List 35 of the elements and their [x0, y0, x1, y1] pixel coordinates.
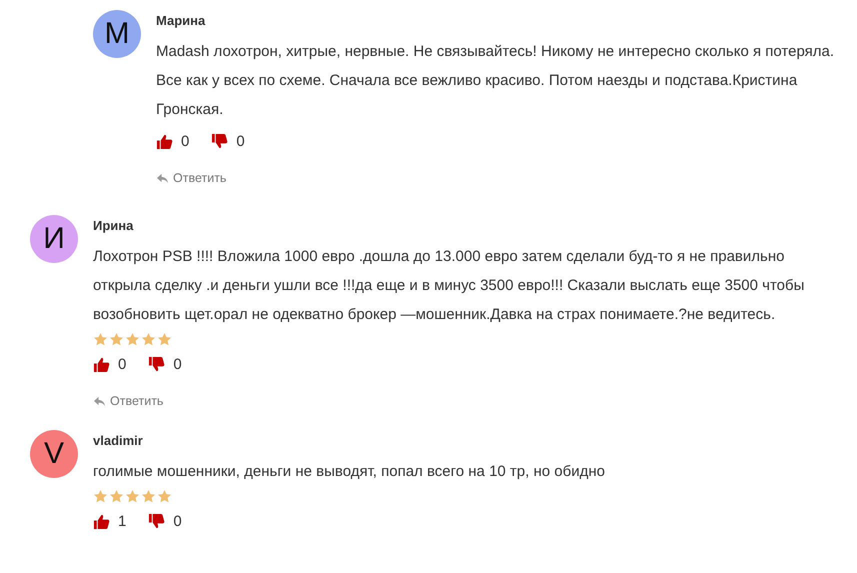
avatar: V: [30, 430, 78, 478]
author-name: Ирина: [93, 218, 134, 233]
dislike-count: 0: [173, 512, 182, 530]
thumbs-up-icon[interactable]: [156, 132, 173, 150]
star-icon: [109, 332, 124, 346]
star-icon: [141, 488, 156, 504]
star-icon: [141, 332, 156, 346]
star-icon: [93, 332, 108, 346]
reply-link[interactable]: Ответить: [173, 171, 226, 185]
like-count: 0: [118, 356, 126, 372]
avatar: М: [93, 10, 141, 58]
reply-icon: [93, 396, 106, 406]
comment-text: Лохотрон PSB !!!! Вложила 1000 евро .дошла до 13.000 евро затем сделали буд-то я не правильно открыла сделку .и деньги ушли все !!!да еще и в минус 3500 евро!!! Сказали выслать еще 3500 чтобы возобновить щет.орал не одекватно брокер —мошенник.Давка на страх понимаете.?не ведитесь.: [93, 247, 806, 325]
avatar: И: [30, 215, 78, 263]
author-name: Марина: [156, 13, 206, 28]
like-count: 1: [118, 512, 126, 530]
star-icon: [157, 488, 172, 504]
star-icon: [125, 332, 140, 346]
dislike-count: 0: [173, 356, 182, 372]
like-count: 0: [181, 132, 190, 150]
comment-text: голимые мошенники, деньги не выводят, попал всего на 10 тр, но обидно: [93, 462, 606, 482]
thumbs-up-icon[interactable]: [93, 356, 110, 372]
thumbs-down-icon[interactable]: [148, 356, 166, 372]
thumbs-up-icon[interactable]: [93, 512, 110, 530]
comment-text: Madash лохотрон, хитрые, нервные. Не связывайтесь! Никому не интересно сколько я потеряла. Все как у всех по схеме. Сначала все вежливо красиво. Потом наезды и подстава.Кристина Гронская.: [156, 42, 836, 120]
dislike-count: 0: [236, 132, 245, 150]
star-icon: [109, 488, 124, 504]
star-icon: [157, 332, 172, 346]
star-icon: [93, 488, 108, 504]
author-name: vladimir: [93, 433, 144, 448]
reply-link[interactable]: Ответить: [110, 394, 164, 408]
reply-icon: [156, 172, 169, 184]
thumbs-down-icon[interactable]: [211, 132, 228, 150]
thumbs-down-icon[interactable]: [148, 512, 166, 530]
star-icon: [125, 488, 140, 504]
